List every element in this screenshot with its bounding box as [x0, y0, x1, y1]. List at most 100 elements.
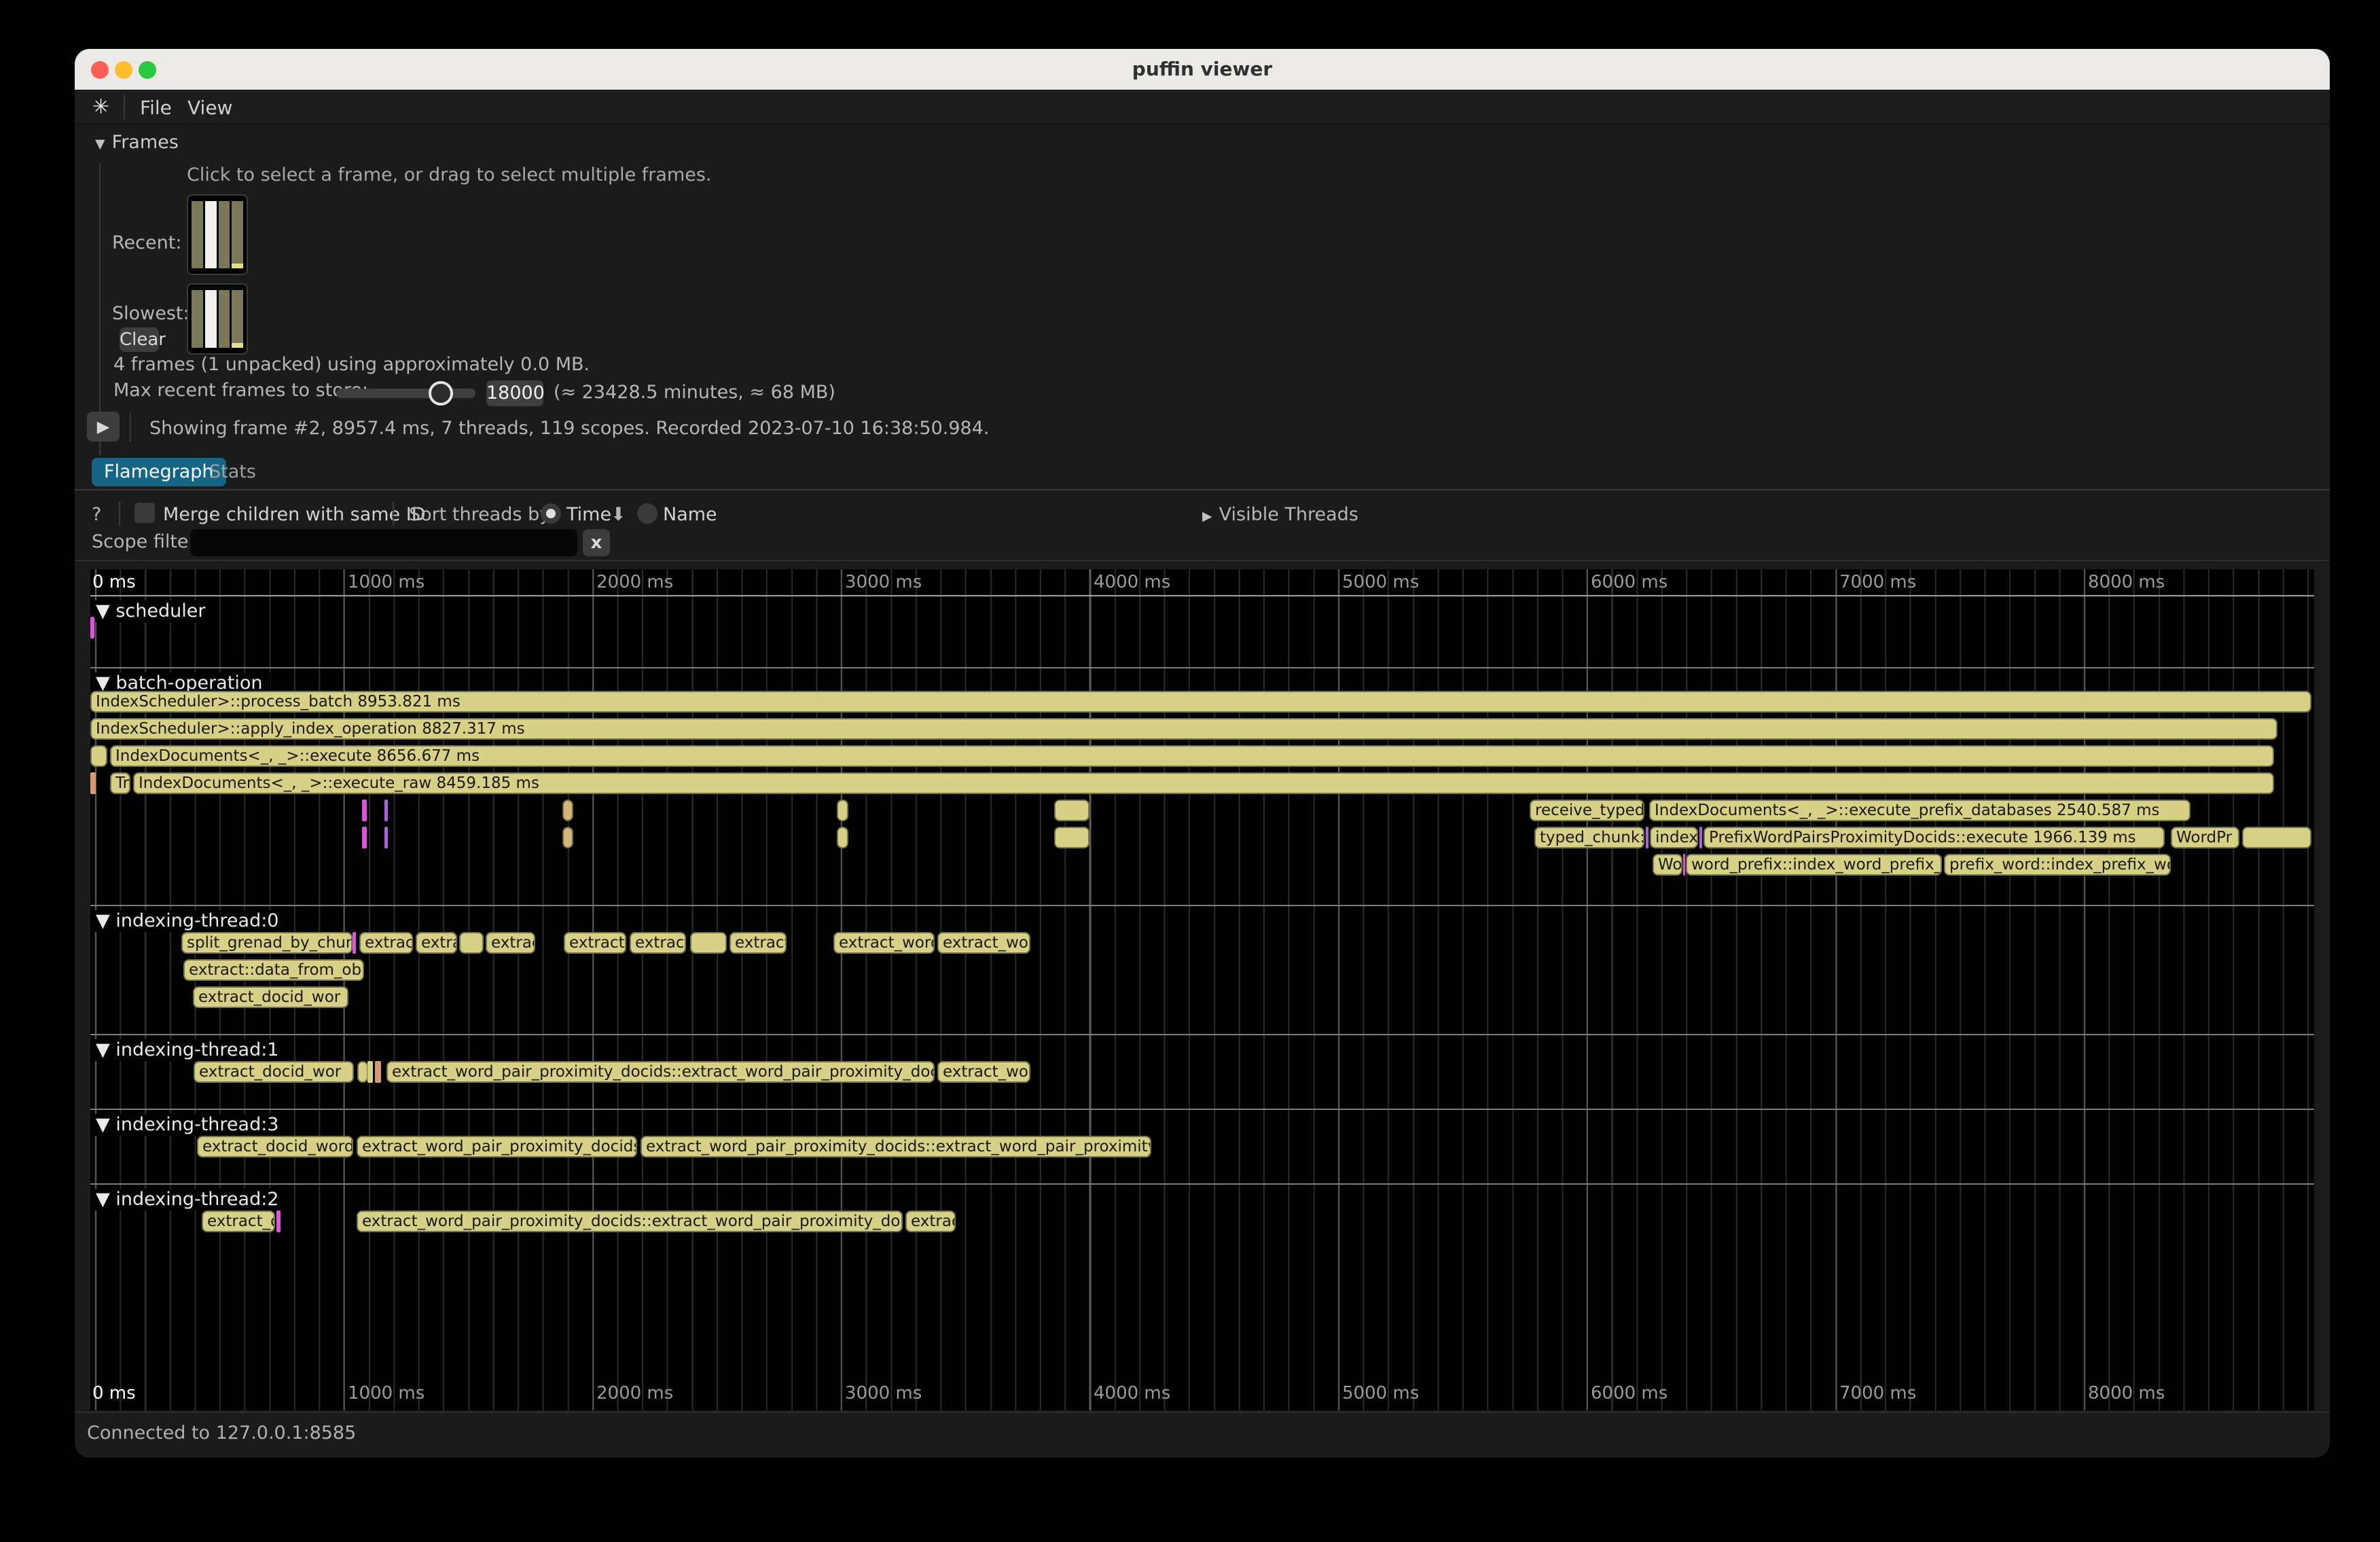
flamegraph-span[interactable]: extract::data_from_ob — [183, 959, 364, 981]
frame-bar[interactable] — [219, 201, 230, 268]
flamegraph-span[interactable] — [375, 1061, 381, 1083]
frames-hint: Click to select a frame, or drag to sele… — [187, 164, 712, 185]
flamegraph-span[interactable] — [1646, 827, 1648, 848]
flamegraph-span[interactable]: extract_ — [630, 932, 686, 954]
flamegraph-span[interactable]: extract_word — [833, 932, 935, 954]
flamegraph-span[interactable] — [362, 827, 367, 848]
flamegraph-span[interactable] — [276, 1211, 281, 1232]
max-frames-slider[interactable] — [336, 389, 475, 398]
flamegraph-span[interactable]: extract_wo — [937, 1061, 1030, 1083]
flamegraph-span[interactable] — [562, 827, 573, 848]
menu-view[interactable]: View — [187, 96, 232, 119]
window-title: puffin viewer — [75, 49, 2330, 90]
flamegraph-span[interactable]: extract_word_pair_proximity_docids — [357, 1136, 637, 1158]
frame-bar[interactable] — [232, 201, 243, 268]
scope-filter-input[interactable] — [190, 529, 577, 556]
flamegraph-span[interactable] — [1683, 854, 1685, 876]
flamegraph-span[interactable]: WordPr — [2171, 827, 2239, 848]
time-tick-label: 0 ms — [92, 1383, 136, 1403]
flamegraph-span[interactable]: typed_chunk::w — [1534, 827, 1644, 848]
max-frames-value[interactable]: 18000 — [486, 380, 543, 406]
flamegraph-span[interactable] — [562, 800, 573, 821]
sort-name-radio[interactable] — [637, 503, 657, 524]
flamegraph-span[interactable] — [353, 932, 356, 954]
max-frames-slider-knob[interactable] — [429, 381, 453, 406]
flamegraph-span[interactable]: split_grenad_by_chun — [181, 932, 353, 954]
flamegraph-span[interactable]: extract_wo — [937, 932, 1030, 954]
flamegraph-span[interactable] — [459, 932, 484, 954]
slowest-frames-thumbnail[interactable] — [187, 283, 248, 355]
flamegraph-span[interactable]: IndexScheduler>::process_batch 8953.821 … — [90, 691, 2311, 713]
thread-group-header[interactable]: ▼ scheduler — [93, 600, 213, 622]
frame-bar[interactable] — [192, 201, 203, 268]
flamegraph-span[interactable]: receive_typed_ — [1530, 800, 1644, 821]
flamegraph-span[interactable]: IndexDocuments<_, _>::execute 8656.677 m… — [110, 745, 2274, 767]
flamegraph-span[interactable]: prefix_word::index_prefix_wo — [1944, 854, 2171, 876]
flamegraph-span[interactable]: extract — [729, 932, 787, 954]
menu-file[interactable]: File — [140, 96, 172, 119]
flamegraph-span[interactable]: word_prefix::index_word_prefix_ — [1686, 854, 1942, 876]
frame-bar[interactable] — [192, 290, 203, 348]
flamegraph-span[interactable] — [690, 932, 727, 954]
flamegraph-span[interactable]: extra — [416, 932, 457, 954]
flamegraph-span[interactable] — [1699, 827, 1702, 848]
flamegraph-span[interactable] — [837, 827, 848, 848]
flamegraph-span[interactable]: IndexScheduler>::apply_index_operation 8… — [90, 718, 2277, 740]
tab-stats[interactable]: Stats — [197, 458, 268, 486]
sort-name-label[interactable]: Name — [663, 504, 717, 525]
flamegraph-span[interactable] — [837, 800, 848, 821]
flamegraph-canvas[interactable]: 0 ms1000 ms2000 ms3000 ms4000 ms5000 ms6… — [90, 569, 2314, 1410]
flamegraph-span[interactable]: extract_doc — [202, 1211, 275, 1232]
flamegraph-span[interactable] — [362, 800, 367, 821]
flamegraph-span[interactable] — [367, 1061, 373, 1083]
flamegraph-span[interactable]: extract_docid_word — [197, 1136, 353, 1158]
flamegraph-span[interactable]: IndexDocuments<_, _>::execute_raw 8459.1… — [133, 772, 2274, 794]
flamegraph-span[interactable]: extrac — [486, 932, 535, 954]
time-tick-label: 2000 ms — [596, 1383, 673, 1403]
frame-bar[interactable] — [205, 290, 217, 348]
visible-threads-header[interactable]: ▶Visible Threads — [1202, 504, 1358, 525]
recent-frames-thumbnail[interactable] — [187, 194, 248, 275]
play-button[interactable]: ▶ — [87, 412, 120, 442]
frame-bar[interactable] — [205, 201, 217, 268]
flamegraph-span[interactable]: PrefixWordPairsProximityDocids::execute … — [1703, 827, 2165, 848]
flamegraph-span[interactable]: index — [1650, 827, 1698, 848]
time-tick-label: 4000 ms — [1094, 1383, 1170, 1403]
clear-button[interactable]: Clear — [120, 327, 159, 352]
flamegraph-span[interactable] — [384, 800, 388, 821]
flamegraph-span[interactable]: Word — [1653, 854, 1682, 876]
flamegraph-span[interactable] — [384, 827, 388, 848]
flamegraph-span[interactable]: extract_ — [564, 932, 626, 954]
frame-bar[interactable] — [219, 290, 230, 348]
flamegraph-span[interactable]: IndexDocuments<_, _>::execute_prefix_dat… — [1649, 800, 2190, 821]
thread-group-header[interactable]: ▼ indexing-thread:0 — [93, 910, 287, 932]
flamegraph-span[interactable]: extract_docid_wor — [193, 986, 348, 1008]
frames-section-header[interactable]: ▼Frames — [95, 132, 179, 153]
flamegraph-span[interactable]: extract_ — [359, 932, 413, 954]
thread-group-header[interactable]: ▼ indexing-thread:1 — [93, 1039, 287, 1061]
flamegraph-span[interactable]: extract_word_pair_proximity_docids::extr… — [357, 1211, 903, 1232]
merge-children-checkbox[interactable] — [134, 503, 155, 523]
sort-time-label[interactable]: Time — [566, 504, 611, 525]
sort-time-radio[interactable] — [541, 503, 561, 524]
flamegraph-span[interactable]: extract_docid_wor — [194, 1061, 354, 1083]
help-button[interactable]: ? — [92, 504, 101, 525]
flamegraph-span[interactable] — [90, 617, 94, 639]
flamegraph-span[interactable] — [90, 772, 96, 794]
time-tick-label: 4000 ms — [1094, 572, 1170, 592]
flamegraph-span[interactable]: extract_word_pair_proximity_docids::extr… — [641, 1136, 1151, 1158]
flamegraph-span[interactable] — [1054, 827, 1089, 848]
play-divider — [130, 413, 131, 442]
flamegraph-span[interactable] — [2242, 827, 2311, 848]
flamegraph-span[interactable]: Trans — [110, 772, 130, 794]
theme-sun-icon[interactable]: ✳ — [92, 95, 109, 119]
flamegraph-span[interactable]: extract_word_pair_proximity_docids::extr… — [386, 1061, 935, 1083]
clear-filter-button[interactable]: x — [583, 529, 610, 556]
flamegraph-span[interactable] — [90, 745, 107, 767]
thread-group-header[interactable]: ▼ indexing-thread:2 — [93, 1189, 287, 1211]
flamegraph-span[interactable] — [357, 1061, 368, 1083]
flamegraph-span[interactable] — [1054, 800, 1089, 821]
flamegraph-span[interactable]: extrac — [905, 1211, 956, 1232]
frame-bar[interactable] — [232, 290, 243, 348]
thread-group-header[interactable]: ▼ indexing-thread:3 — [93, 1114, 287, 1136]
